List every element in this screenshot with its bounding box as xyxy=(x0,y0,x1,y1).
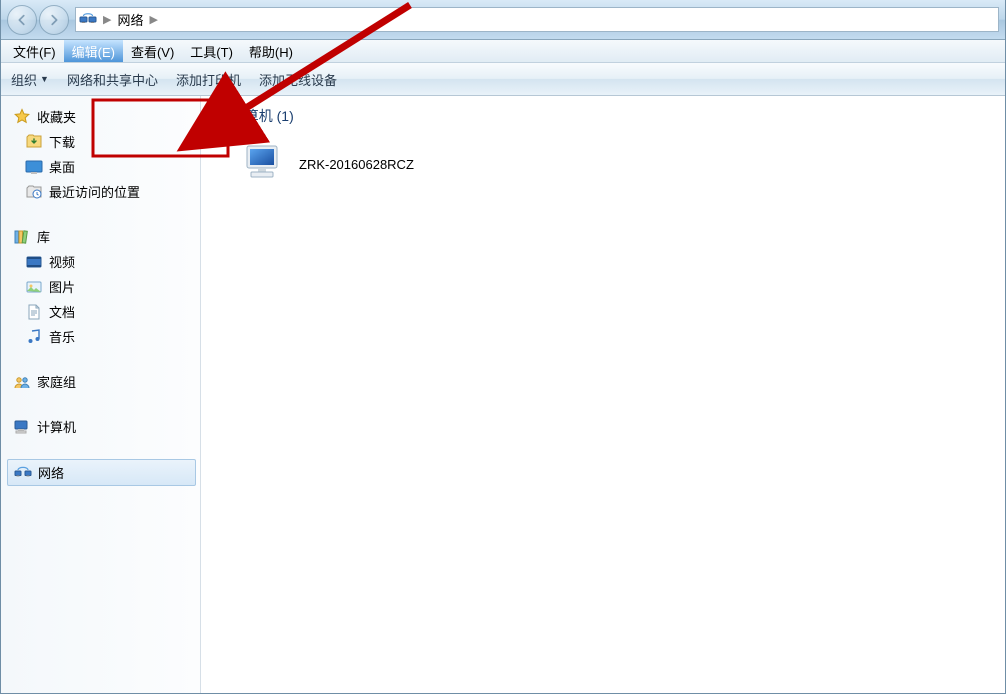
organize-button[interactable]: 组织 ▼ xyxy=(11,70,49,89)
sidebar-item-pictures[interactable]: 图片 xyxy=(7,274,196,299)
sidebar-item-label: 桌面 xyxy=(49,157,75,176)
sidebar-item-label: 视频 xyxy=(49,252,75,271)
computer-header[interactable]: 计算机 xyxy=(7,414,196,439)
computer-icon xyxy=(13,418,31,436)
network-icon xyxy=(14,464,32,482)
network-sharing-center-button[interactable]: 网络和共享中心 xyxy=(67,70,158,89)
breadcrumb-segment[interactable]: 网络 xyxy=(117,10,143,29)
music-icon xyxy=(25,328,43,346)
network-header[interactable]: 网络 xyxy=(7,459,196,486)
menu-help[interactable]: 帮助(H) xyxy=(241,40,301,62)
breadcrumb-separator: ▶ xyxy=(149,13,157,26)
videos-icon xyxy=(25,253,43,271)
add-printer-button[interactable]: 添加打印机 xyxy=(176,70,241,89)
sidebar-item-music[interactable]: 音乐 xyxy=(7,324,196,349)
nav-bar: ▶ 网络 ▶ xyxy=(1,0,1005,40)
network-icon xyxy=(79,11,97,29)
libraries-group: 库 视频 图片 文档 xyxy=(7,224,196,349)
sidebar-item-label: 文档 xyxy=(49,302,75,321)
group-header-computers[interactable]: ◢ 计算机 (1) xyxy=(217,106,989,126)
sidebar-item-label: 最近访问的位置 xyxy=(49,182,140,201)
sidebar-item-downloads[interactable]: 下载 xyxy=(7,129,196,154)
disclosure-triangle-icon: ◢ xyxy=(217,111,225,122)
sidebar-item-desktop[interactable]: 桌面 xyxy=(7,154,196,179)
desktop-icon xyxy=(25,158,43,176)
nav-buttons xyxy=(7,5,69,35)
back-button[interactable] xyxy=(7,5,37,35)
add-wireless-device-button[interactable]: 添加无线设备 xyxy=(259,70,337,89)
menu-bar: 文件(F) 编辑(E) 查看(V) 工具(T) 帮助(H) xyxy=(1,40,1005,63)
explorer-window: ▶ 网络 ▶ 文件(F) 编辑(E) 查看(V) 工具(T) 帮助(H) 组织 … xyxy=(0,0,1006,694)
sidebar-item-recent[interactable]: 最近访问的位置 xyxy=(7,179,196,204)
recent-icon xyxy=(25,183,43,201)
item-grid: ZRK-20160628RCZ xyxy=(217,136,989,192)
network-header-label: 网络 xyxy=(38,463,64,482)
group-title: 计算机 (1) xyxy=(231,106,294,126)
navigation-pane: 收藏夹 下载 桌面 最 xyxy=(1,96,201,693)
menu-file[interactable]: 文件(F) xyxy=(5,40,64,62)
sidebar-item-videos[interactable]: 视频 xyxy=(7,249,196,274)
libraries-icon xyxy=(13,228,31,246)
forward-arrow-icon xyxy=(47,13,61,27)
downloads-icon xyxy=(25,133,43,151)
homegroup-header[interactable]: 家庭组 xyxy=(7,369,196,394)
homegroup-header-label: 家庭组 xyxy=(37,372,76,391)
computer-header-label: 计算机 xyxy=(37,417,76,436)
computer-group: 计算机 xyxy=(7,414,196,439)
sidebar-item-label: 图片 xyxy=(49,277,75,296)
menu-edit[interactable]: 编辑(E) xyxy=(64,40,123,62)
libraries-header[interactable]: 库 xyxy=(7,224,196,249)
computer-item[interactable]: ZRK-20160628RCZ xyxy=(235,136,495,192)
back-arrow-icon xyxy=(15,13,29,27)
explorer-body: 收藏夹 下载 桌面 最 xyxy=(1,96,1005,693)
sidebar-item-documents[interactable]: 文档 xyxy=(7,299,196,324)
command-bar: 组织 ▼ 网络和共享中心 添加打印机 添加无线设备 xyxy=(1,63,1005,96)
computer-item-icon xyxy=(241,140,289,188)
organize-label: 组织 xyxy=(11,70,37,89)
documents-icon xyxy=(25,303,43,321)
sidebar-item-label: 下载 xyxy=(49,132,75,151)
breadcrumb-separator: ▶ xyxy=(103,13,111,26)
network-group: 网络 xyxy=(7,459,196,486)
menu-tools[interactable]: 工具(T) xyxy=(182,40,241,62)
favorites-group: 收藏夹 下载 桌面 最 xyxy=(7,104,196,204)
favorites-header[interactable]: 收藏夹 xyxy=(7,104,196,129)
address-bar[interactable]: ▶ 网络 ▶ xyxy=(75,7,999,32)
star-icon xyxy=(13,108,31,126)
pictures-icon xyxy=(25,278,43,296)
menu-view[interactable]: 查看(V) xyxy=(123,40,182,62)
forward-button[interactable] xyxy=(39,5,69,35)
homegroup-icon xyxy=(13,373,31,391)
chevron-down-icon: ▼ xyxy=(40,74,49,84)
computer-item-label: ZRK-20160628RCZ xyxy=(299,157,414,172)
homegroup-group: 家庭组 xyxy=(7,369,196,394)
sidebar-item-label: 音乐 xyxy=(49,327,75,346)
content-pane: ◢ 计算机 (1) xyxy=(201,96,1005,693)
favorites-header-label: 收藏夹 xyxy=(37,107,76,126)
libraries-header-label: 库 xyxy=(37,227,50,246)
